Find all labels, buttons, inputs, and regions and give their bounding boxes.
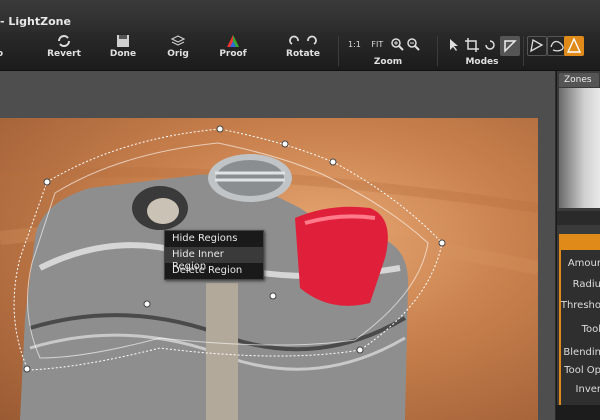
right-panel: Zones Amour Radiu Thresho Tool Blendin T… — [556, 71, 600, 420]
rotate-button-group: Rotate — [281, 34, 325, 59]
rotate-label: Rotate — [286, 49, 320, 59]
menu-item-hide-inner-region[interactable]: Hide Inner Region — [165, 247, 263, 272]
tool-color-label: Tool — [581, 324, 600, 335]
invert-label: Inver — [575, 384, 600, 395]
region-mode-icon — [504, 40, 517, 53]
modes-group: Modes — [460, 56, 504, 67]
lighter-photo — [0, 125, 538, 420]
tool-icon-strip[interactable] — [557, 211, 600, 225]
done-button[interactable]: Done — [107, 34, 139, 59]
done-label: Done — [109, 49, 137, 59]
save-icon — [117, 35, 129, 47]
tool-options-label: Tool Op — [564, 365, 600, 376]
menu-item-hide-regions[interactable]: Hide Regions — [165, 231, 263, 247]
first-toolbar-button[interactable]: o — [0, 34, 8, 59]
zoom-fit-button[interactable]: FIT — [371, 40, 383, 49]
amount-label: Amour — [567, 258, 600, 269]
rotate-icons[interactable] — [288, 34, 318, 48]
zoom-out-icon[interactable] — [406, 37, 421, 51]
tool-header[interactable] — [559, 234, 600, 250]
revert-button[interactable]: Revert — [44, 34, 84, 59]
tool-properties: Amour Radiu Thresho Tool Blendin Tool Op… — [559, 250, 600, 405]
photo — [0, 118, 538, 420]
menu-item-delete-region[interactable]: Delete Region — [165, 263, 263, 279]
orig-button[interactable]: Orig — [160, 34, 196, 59]
arrow-tool-icon[interactable] — [447, 38, 461, 52]
region-mode-button[interactable] — [500, 36, 520, 56]
revert-icon — [58, 35, 70, 47]
crop-tool-icon[interactable] — [465, 38, 479, 52]
toolbar-divider — [523, 36, 524, 66]
zones-tab[interactable]: Zones — [559, 73, 599, 87]
panel-playback-strip[interactable] — [557, 405, 600, 420]
threshold-label: Thresho — [560, 300, 600, 311]
zones-preview — [559, 88, 600, 208]
polygon-icon — [530, 38, 544, 53]
color-triangle-icon — [227, 35, 239, 47]
zoom-label: Zoom — [373, 57, 403, 67]
blending-label: Blendin — [563, 347, 600, 358]
proof-button[interactable]: Proof — [215, 34, 251, 59]
layers-icon — [170, 35, 186, 46]
zoom-controls: 1:1 FIT — [348, 37, 421, 51]
zoom-1to1-button[interactable]: 1:1 — [348, 40, 361, 49]
toolbar-icon — [0, 34, 7, 48]
spline-region-button[interactable] — [564, 36, 584, 56]
zoom-group: Zoom — [360, 56, 416, 67]
proof-label: Proof — [219, 49, 247, 59]
rotate-tool-icon[interactable] — [483, 38, 497, 52]
region-context-menu: Hide Regions Hide Inner Region Delete Re… — [164, 230, 264, 280]
window-title: - LightZone — [0, 15, 71, 28]
title-bar: - LightZone — [0, 0, 600, 32]
radius-label: Radiu — [572, 279, 600, 290]
image-canvas[interactable] — [0, 71, 555, 420]
toolbar-divider — [338, 36, 339, 66]
toolbar-divider — [437, 36, 438, 66]
spline-icon — [566, 37, 582, 53]
polygon-region-button[interactable] — [527, 36, 547, 56]
first-toolbar-label: o — [0, 49, 8, 59]
revert-label: Revert — [47, 49, 81, 59]
orig-label: Orig — [167, 49, 189, 59]
modes-label: Modes — [465, 57, 499, 67]
zoom-in-icon[interactable] — [390, 37, 404, 51]
